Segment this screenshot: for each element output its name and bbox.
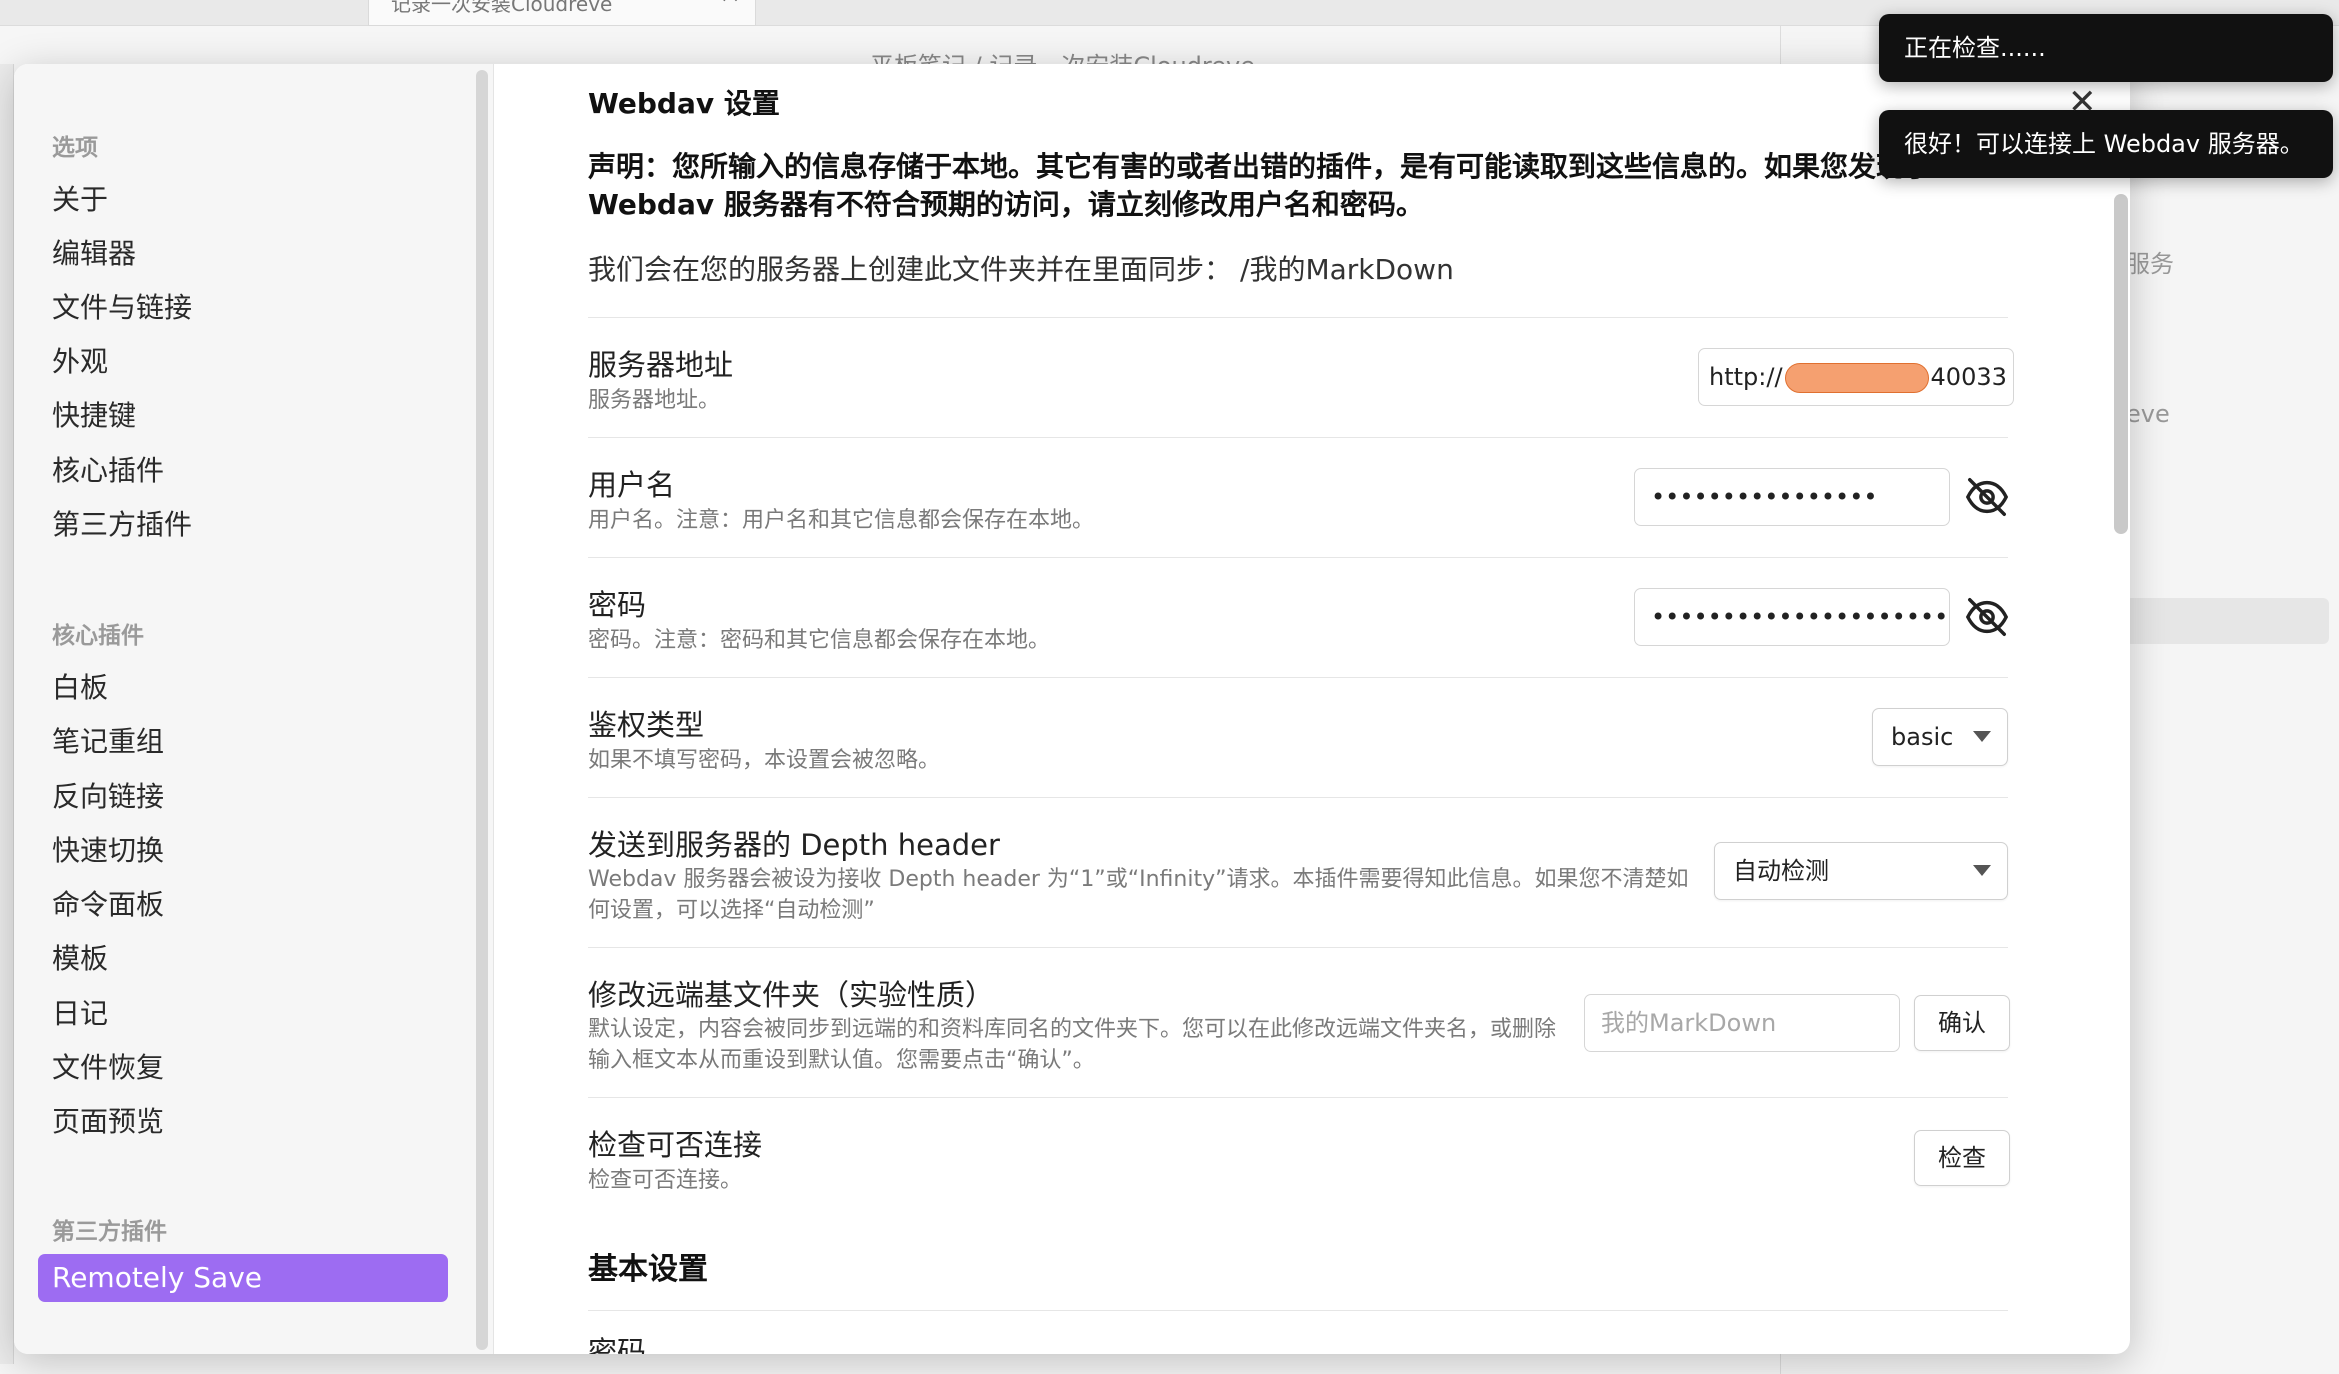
check-connection-label: 检查可否连接 bbox=[588, 1128, 763, 1162]
sync-folder-text: 我们会在您的服务器上创建此文件夹并在里面同步： bbox=[588, 253, 1233, 286]
depth-header-value: 自动检测 bbox=[1733, 857, 1829, 885]
confirm-button[interactable]: 确认 bbox=[1914, 995, 2010, 1051]
setting-username: 用户名 用户名。注意：用户名和其它信息都会保存在本地。 ••••••••••••… bbox=[588, 437, 2010, 557]
setting-password: 密码 密码。注意：密码和其它信息都会保存在本地。 •••••••••••••••… bbox=[588, 557, 2010, 677]
redacted-host bbox=[1784, 363, 1929, 393]
auth-type-select[interactable]: basic bbox=[1872, 708, 2008, 766]
next-row-label: 密码 bbox=[588, 1335, 647, 1354]
sidebar-item-quick-switcher[interactable]: 快速切换 bbox=[52, 829, 164, 869]
eye-off-icon[interactable] bbox=[1964, 474, 2010, 520]
setting-auth-type: 鉴权类型 如果不填写密码，本设置会被忽略。 basic bbox=[588, 677, 2008, 797]
right-panel-text: eve bbox=[2126, 400, 2170, 428]
server-address-suffix: 40033 bbox=[1930, 363, 2007, 391]
depth-header-select[interactable]: 自动检测 bbox=[1714, 842, 2008, 900]
password-input[interactable]: •••••••••••••••••••••••••••• bbox=[1634, 588, 1950, 646]
sidebar-item-backlinks[interactable]: 反向链接 bbox=[52, 775, 164, 815]
sidebar-heading-community-plugins: 第三方插件 bbox=[52, 1219, 167, 1245]
chevron-down-icon bbox=[1973, 731, 1991, 742]
sync-folder-path: /我的MarkDown bbox=[1240, 253, 1454, 286]
sidebar-item-community-plugins[interactable]: 第三方插件 bbox=[52, 503, 192, 543]
sidebar-item-editor[interactable]: 编辑器 bbox=[52, 232, 136, 272]
sidebar-heading-options: 选项 bbox=[52, 135, 98, 161]
sidebar-heading-core-plugins: 核心插件 bbox=[52, 623, 144, 649]
sidebar-item-hotkeys[interactable]: 快捷键 bbox=[52, 394, 136, 434]
sidebar-item-core-plugins[interactable]: 核心插件 bbox=[52, 449, 164, 489]
sidebar-item-canvas[interactable]: 白板 bbox=[52, 666, 108, 706]
sidebar-item-note-composer[interactable]: 笔记重组 bbox=[52, 720, 164, 760]
setting-next-row: 密码 bbox=[588, 1310, 2008, 1354]
auth-type-desc: 如果不填写密码，本设置会被忽略。 bbox=[588, 748, 941, 773]
right-panel-selected-item bbox=[2125, 598, 2329, 644]
settings-sidebar: 选项 关于 编辑器 文件与链接 外观 快捷键 核心插件 第三方插件 核心插件 白… bbox=[14, 64, 494, 1354]
username-input[interactable]: •••••••••••••••• bbox=[1634, 468, 1950, 526]
setting-check-connection: 检查可否连接 检查可否连接。 检查 bbox=[588, 1097, 2010, 1217]
basic-settings-title: 基本设置 bbox=[588, 1252, 708, 1287]
check-button[interactable]: 检查 bbox=[1914, 1130, 2010, 1186]
setting-server-address: 服务器地址 服务器地址。 http:// 40033 bbox=[588, 317, 2014, 437]
username-desc: 用户名。注意：用户名和其它信息都会保存在本地。 bbox=[588, 508, 1095, 533]
setting-depth-header: 发送到服务器的 Depth header Webdav 服务器会被设为接收 De… bbox=[588, 797, 2008, 947]
sidebar-scrollbar[interactable] bbox=[476, 70, 488, 1350]
auth-type-value: basic bbox=[1891, 723, 1954, 751]
settings-modal: 选项 关于 编辑器 文件与链接 外观 快捷键 核心插件 第三方插件 核心插件 白… bbox=[14, 64, 2130, 1354]
auth-type-label: 鉴权类型 bbox=[588, 708, 705, 742]
server-address-label: 服务器地址 bbox=[588, 348, 734, 382]
left-ribbon bbox=[0, 64, 14, 1364]
server-address-prefix: http:// bbox=[1709, 363, 1783, 391]
server-address-desc: 服务器地址。 bbox=[588, 388, 721, 413]
check-connection-desc: 检查可否连接。 bbox=[588, 1168, 743, 1193]
settings-content: Webdav 设置 声明：您所输入的信息存储于本地。其它有害的或者出错的插件，是… bbox=[494, 64, 2130, 1354]
password-label: 密码 bbox=[588, 588, 647, 622]
sidebar-item-templates[interactable]: 模板 bbox=[52, 937, 108, 977]
setting-remote-base-dir: 修改远端基文件夹（实验性质） 默认设定，内容会被同步到远端的和资料库同名的文件夹… bbox=[588, 947, 2010, 1097]
webdav-settings-title: Webdav 设置 bbox=[588, 87, 780, 120]
tab-title: 记录一次安装Cloudreve bbox=[391, 0, 613, 16]
eye-off-icon[interactable] bbox=[1964, 594, 2010, 640]
sync-folder-info: 我们会在您的服务器上创建此文件夹并在里面同步：/我的MarkDown bbox=[588, 248, 1454, 288]
remote-base-dir-label: 修改远端基文件夹（实验性质） bbox=[588, 978, 995, 1012]
remote-base-dir-input[interactable]: 我的MarkDown bbox=[1584, 994, 1900, 1052]
chevron-down-icon bbox=[1973, 865, 1991, 876]
toast-success: 很好！可以连接上 Webdav 服务器。 bbox=[1879, 110, 2333, 178]
toast-checking: 正在检查...... bbox=[1879, 14, 2333, 82]
sidebar-item-command-palette[interactable]: 命令面板 bbox=[52, 883, 164, 923]
sidebar-item-file-recovery[interactable]: 文件恢复 bbox=[52, 1046, 164, 1086]
sidebar-item-files-links[interactable]: 文件与链接 bbox=[52, 286, 192, 326]
sidebar-item-appearance[interactable]: 外观 bbox=[52, 340, 108, 380]
depth-header-label: 发送到服务器的 Depth header bbox=[588, 828, 1000, 862]
server-address-input[interactable]: http:// 40033 bbox=[1698, 348, 2014, 406]
close-icon[interactable]: ✕ bbox=[2068, 82, 2097, 122]
tab-note[interactable]: 记录一次安装Cloudreve × bbox=[368, 0, 756, 26]
password-desc: 密码。注意：密码和其它信息都会保存在本地。 bbox=[588, 628, 1051, 653]
sidebar-item-remotely-save[interactable]: Remotely Save bbox=[38, 1254, 448, 1302]
username-label: 用户名 bbox=[588, 468, 676, 502]
security-disclaimer: 声明：您所输入的信息存储于本地。其它有害的或者出错的插件，是有可能读取到这些信息… bbox=[588, 150, 1933, 221]
remote-base-dir-desc: 默认设定，内容会被同步到远端的和资料库同名的文件夹下。您可以在此修改远端文件夹名… bbox=[588, 1017, 1557, 1073]
sidebar-item-about[interactable]: 关于 bbox=[52, 178, 108, 218]
sidebar-item-page-preview[interactable]: 页面预览 bbox=[52, 1100, 164, 1140]
content-scrollbar[interactable] bbox=[2114, 194, 2128, 534]
sidebar-item-daily-notes[interactable]: 日记 bbox=[52, 992, 108, 1032]
depth-header-desc: Webdav 服务器会被设为接收 Depth header 为“1”或“Infi… bbox=[588, 867, 1689, 923]
right-panel-text: 服务 bbox=[2126, 250, 2174, 278]
